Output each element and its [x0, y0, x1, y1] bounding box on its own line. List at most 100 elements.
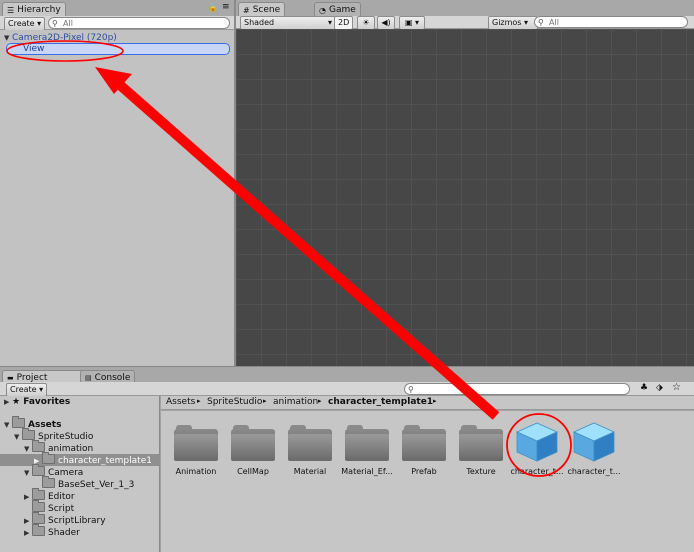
tab-hierarchy-label: Hierarchy	[17, 4, 61, 15]
search-icon: ⚲	[408, 385, 414, 394]
project-create-button[interactable]: Create ▾	[6, 383, 48, 397]
tree-item-spritestudio[interactable]: ▼ SpriteStudio	[14, 428, 94, 443]
folder-icon	[32, 440, 45, 452]
tree-label: Script	[48, 504, 75, 514]
asset-folder[interactable]: Texture	[451, 425, 511, 476]
breadcrumb-arrow-icon: ▸	[318, 397, 322, 405]
tab-game[interactable]: ◔ Game	[314, 2, 361, 17]
folder-icon	[32, 512, 45, 524]
panel-divider[interactable]	[234, 0, 236, 366]
search-icon: ⚲	[52, 19, 58, 28]
asset-label: character_t...	[510, 467, 564, 476]
tree-label: ScriptLibrary	[48, 516, 106, 526]
project-search-input[interactable]: ⚲	[404, 383, 630, 395]
tree-label: BaseSet_Ver_1_3	[58, 480, 135, 490]
folder-icon	[42, 476, 55, 488]
hierarchy-search-input[interactable]: ⚲ All	[48, 17, 230, 29]
tree-item-assets[interactable]: ▼ Assets	[4, 416, 62, 431]
tree-label: animation	[48, 444, 94, 454]
breadcrumb-item[interactable]: SpriteStudio	[207, 397, 262, 407]
folder-icon	[22, 428, 35, 440]
expand-triangle-icon[interactable]: ▼	[14, 431, 22, 443]
hierarchy-panel: ▼ Camera2D-Pixel (720p) View	[0, 30, 234, 366]
image-effects-icon[interactable]: ▣ ▾	[399, 16, 425, 30]
scene-viewport[interactable]	[236, 29, 694, 366]
search-placeholder: All	[549, 18, 559, 27]
gizmos-dropdown[interactable]: Gizmos ▾	[488, 16, 538, 30]
collapsed-triangle-icon[interactable]: ▶	[4, 396, 12, 408]
hierarchy-view-label: View	[23, 44, 45, 54]
breadcrumb-arrow-icon: ▸	[433, 397, 437, 405]
tree-item-baseset[interactable]: BaseSet_Ver_1_3	[42, 476, 135, 490]
favorites-label: Favorites	[23, 397, 71, 407]
hierarchy-toolbar: Create ▾ ⚲ All	[0, 16, 234, 31]
asset-prefab[interactable]: character_t...	[507, 421, 567, 476]
collapsed-triangle-icon[interactable]: ▶	[24, 527, 32, 539]
asset-label: Material	[293, 467, 327, 476]
tree-item-camera[interactable]: ▼ Camera	[24, 464, 83, 479]
panel-menu-icon[interactable]: ≡	[222, 2, 230, 12]
tree-item-shader[interactable]: ▶ Shader	[24, 524, 80, 539]
asset-label: CellMap	[237, 467, 269, 476]
tree-label: Editor	[48, 492, 75, 502]
favorites-item[interactable]: ▶ ★ Favorites	[4, 396, 70, 408]
tree-label: character_template1	[58, 456, 152, 466]
tree-label: Shader	[48, 528, 80, 538]
folder-icon	[174, 425, 218, 461]
folder-icon	[32, 524, 45, 536]
folder-icon	[42, 452, 55, 464]
asset-folder[interactable]: CellMap	[223, 425, 283, 476]
tree-label: Assets	[28, 420, 62, 430]
collapsed-triangle-icon[interactable]: ▶	[24, 491, 32, 503]
project-toolbar: Create ▾ ⚲ ♣ ⬗ ☆	[0, 382, 694, 397]
filter-by-label-icon[interactable]: ⬗	[656, 383, 663, 393]
tree-item-animation[interactable]: ▼ animation	[24, 440, 94, 454]
asset-folder[interactable]: Material_Ef...	[337, 425, 397, 476]
list-icon: ☰	[7, 5, 15, 15]
breadcrumb-item[interactable]: character_template1	[328, 397, 433, 407]
folder-icon	[32, 488, 45, 500]
audio-icon[interactable]: ◀)	[377, 16, 395, 30]
hierarchy-create-button[interactable]: Create ▾	[4, 17, 46, 31]
expand-triangle-icon[interactable]: ▼	[24, 467, 32, 479]
breadcrumb: Assets ▸ SpriteStudio ▸ animation ▸ char…	[161, 396, 694, 410]
hierarchy-item-view[interactable]: View	[6, 43, 230, 55]
tab-hierarchy[interactable]: ☰ Hierarchy	[2, 2, 66, 17]
asset-label: Material_Ef...	[341, 467, 393, 476]
folder-icon	[32, 464, 45, 476]
project-tree-panel: ▶ ★ Favorites ▼ Assets ▼ SpriteStudio ▼ anim…	[0, 396, 160, 552]
shading-mode-dropdown[interactable]: Shaded ▾	[240, 16, 336, 30]
tab-scene-label: Scene	[252, 4, 281, 15]
filter-by-type-icon[interactable]: ♣	[640, 383, 648, 393]
lock-icon[interactable]: 🔒	[208, 3, 218, 12]
tab-scene[interactable]: # Scene	[238, 2, 286, 17]
favorite-star-icon[interactable]: ☆	[672, 382, 681, 393]
asset-folder[interactable]: Material	[280, 425, 340, 476]
breadcrumb-item[interactable]: animation	[273, 397, 318, 407]
asset-folder[interactable]: Prefab	[394, 425, 454, 476]
breadcrumb-item[interactable]: Assets	[166, 397, 195, 407]
asset-label: character_t...	[567, 467, 621, 476]
tab-game-label: Game	[328, 4, 356, 15]
tree-item-character-template1[interactable]: ▶ character_template1	[34, 452, 152, 466]
breadcrumb-arrow-icon: ▸	[263, 397, 267, 405]
asset-label: Prefab	[411, 467, 437, 476]
expand-triangle-icon[interactable]: ▼	[4, 419, 12, 431]
mode-2d-label: 2D	[338, 18, 350, 27]
grid-icon: #	[243, 5, 250, 15]
folder-icon	[231, 425, 275, 461]
folder-icon	[288, 425, 332, 461]
search-icon: ⚲	[538, 18, 544, 27]
mode-2d-toggle[interactable]: 2D	[334, 16, 354, 30]
folder-icon	[345, 425, 389, 461]
lighting-icon[interactable]: ☀	[357, 16, 375, 30]
folder-icon	[459, 425, 503, 461]
create-label: Create	[8, 19, 35, 28]
asset-label: Texture	[466, 467, 496, 476]
scene-search-input[interactable]: ⚲ All	[534, 16, 688, 28]
asset-folder[interactable]: Animation	[166, 425, 226, 476]
asset-prefab[interactable]: character_t...	[564, 421, 624, 476]
asset-label: Animation	[175, 467, 217, 476]
gizmos-label: Gizmos	[492, 18, 522, 27]
tree-label: SpriteStudio	[38, 432, 94, 442]
